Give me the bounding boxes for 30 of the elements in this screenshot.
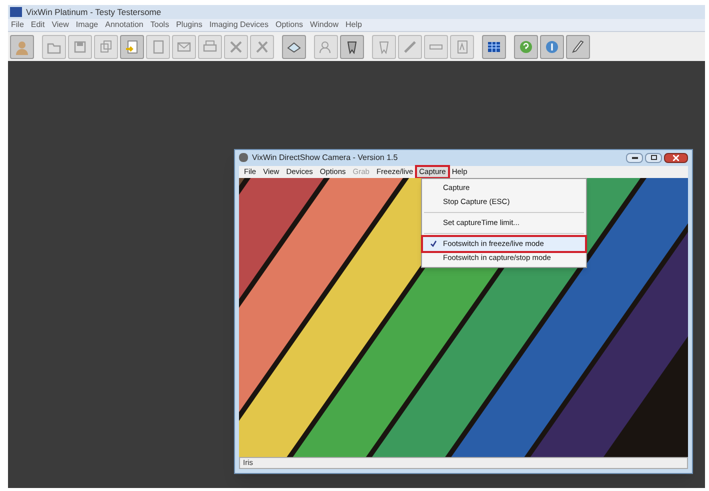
window-title: VixWin DirectShow Camera - Version 1.5 — [252, 152, 398, 164]
document-arrow-icon — [124, 38, 140, 54]
info-icon — [544, 38, 560, 54]
person-icon — [14, 38, 30, 54]
brush-icon — [570, 38, 586, 54]
toolbar-button[interactable] — [340, 34, 364, 58]
menu-item[interactable]: View — [52, 19, 69, 31]
toolbar-button[interactable] — [282, 34, 306, 58]
menu-item[interactable]: Imaging Devices — [209, 19, 268, 31]
maximize-button[interactable] — [645, 152, 662, 163]
window-title: VixWin Platinum - Testy Testersome — [26, 6, 162, 18]
menu-item[interactable]: Edit — [30, 19, 45, 31]
menu-item[interactable]: Tools — [150, 19, 170, 31]
menu-item[interactable]: Plugins — [176, 19, 202, 31]
menu-item[interactable]: Annotation — [105, 19, 144, 31]
close-icon — [673, 154, 679, 161]
toolbar-button[interactable] — [482, 34, 506, 58]
help-icon — [518, 38, 534, 54]
menu-item[interactable]: Options — [275, 19, 304, 31]
menu-item[interactable]: Help — [346, 19, 362, 31]
menu-item[interactable]: File — [11, 19, 24, 31]
menu-item[interactable]: Window — [310, 19, 338, 31]
close-button[interactable] — [664, 152, 688, 163]
copies-icon — [98, 38, 114, 54]
cross-icon — [228, 38, 244, 54]
printer-icon — [202, 38, 218, 54]
menu-item[interactable]: Image — [76, 19, 98, 31]
app-logo-icon — [10, 7, 22, 17]
toolbar-button[interactable] — [566, 34, 590, 58]
minimize-button[interactable] — [626, 152, 643, 163]
